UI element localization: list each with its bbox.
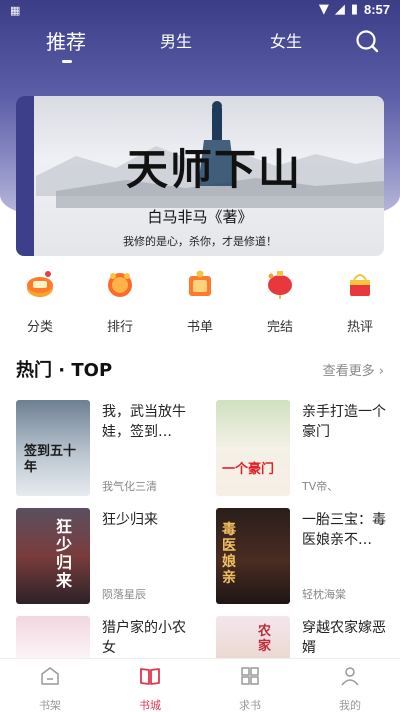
book-cover: 签到五十年 [16,400,90,496]
category-icon [27,271,53,297]
user-icon [341,667,359,686]
book-author: 陨落星辰 [102,588,146,601]
book-title: 穿越农家嫁恶婿 [302,620,386,656]
nav-profile[interactable]: 我的 [320,665,380,712]
book-cover: 农家 [216,616,290,658]
book-item[interactable]: 一个豪门 亲手打造一个豪门 TV帝、 [216,400,400,500]
cover-text: 农家 [258,624,272,654]
app-grid-icon: ▦ [10,4,21,17]
book-item[interactable]: 毒医娘亲 一胎三宝：毒医娘亲不… 轻枕海棠 [216,508,400,608]
category-label: 热评 [346,320,373,335]
nav-label: 书城 [139,699,161,712]
open-book-icon [140,668,160,685]
signal-icon: ◢ [334,2,345,17]
category-item-hot-comment[interactable]: 热评 [330,268,390,335]
nav-bookshelf[interactable]: 书架 [20,665,80,712]
chevron-right-icon: › [378,364,384,379]
see-more-label: 查看更多 [322,364,375,379]
bottom-nav: 书架 书城 求书 我的 [0,658,400,712]
status-bar: ▦ ▼ ◢ ▮ 8:57 [0,0,400,22]
cover-text: 签到五十年 [24,444,77,475]
book-title: 猎户家的小农女 [102,620,186,656]
bookshelf-icon [41,667,59,685]
book-author: 我气化三清 [102,480,157,493]
search-icon[interactable] [354,28,380,54]
category-label: 排行 [106,320,133,335]
book-item[interactable]: 签到五十年 我，武当放牛娃，签到… 我气化三清 [16,400,200,500]
book-item[interactable]: 农家 穿越农家嫁恶婿 [216,616,400,658]
completed-icon [268,271,292,299]
nav-request-book[interactable]: 求书 [220,665,280,712]
book-author: TV帝、 [302,480,339,493]
category-item-booklist[interactable]: 书单 [170,268,230,335]
battery-icon: ▮ [350,2,358,17]
book-title: 亲手打造一个豪门 [302,404,386,440]
wifi-icon: ▼ [318,2,329,17]
cover-text: 一个豪门 [222,462,275,477]
tab-indicator [62,60,72,63]
category-row: 分类 排行 书单 完结 热评 [0,268,400,338]
promo-banner[interactable]: 天师下山 白马非马《著》 我修的是心，杀你，才是修道！ [16,96,384,256]
tab-male[interactable]: 男生 [160,28,192,52]
category-label: 分类 [26,320,53,335]
banner-title: 天师下山 [126,145,303,194]
nav-label: 书架 [39,699,61,712]
book-item[interactable]: 猎户家的小农女 [16,616,200,658]
category-label: 完结 [266,320,293,335]
booklist-icon [189,270,211,296]
book-cover: 毒医娘亲 [216,508,290,604]
banner-tagline: 我修的是心，杀你，才是修道！ [123,235,277,248]
cover-text: 毒医娘亲 [222,522,236,586]
ranking-icon [108,273,132,297]
book-title: 一胎三宝：毒医娘亲不… [302,512,386,548]
category-item-classify[interactable]: 分类 [10,268,70,335]
banner-author: 白马非马《著》 [147,208,253,226]
tab-recommend[interactable]: 推荐 [46,26,86,55]
category-label: 书单 [186,320,213,335]
book-cover: 狂少归来 [16,508,90,604]
book-author: 轻枕海棠 [302,588,346,601]
book-title: 我，武当放牛娃，签到… [102,404,186,440]
book-item[interactable]: 狂少归来 狂少归来 陨落星辰 [16,508,200,608]
nav-bookstore[interactable]: 书城 [120,665,180,712]
category-item-ranking[interactable]: 排行 [90,268,150,335]
hot-comment-icon [350,274,370,296]
status-time: 8:57 [363,2,390,17]
book-cover [16,616,90,658]
book-title: 狂少归来 [102,512,158,528]
nav-label: 求书 [239,699,261,712]
top-tab-bar: 推荐 男生 女生 [0,24,400,68]
cover-text: 狂少归来 [56,517,73,590]
book-cover: 一个豪门 [216,400,290,496]
grid-icon [241,667,259,685]
tab-female[interactable]: 女生 [270,28,302,52]
nav-label: 我的 [339,699,361,712]
section-title: 热门 · TOP [16,360,113,381]
category-item-completed[interactable]: 完结 [250,268,310,335]
see-more-link[interactable]: 查看更多 › [323,360,384,379]
